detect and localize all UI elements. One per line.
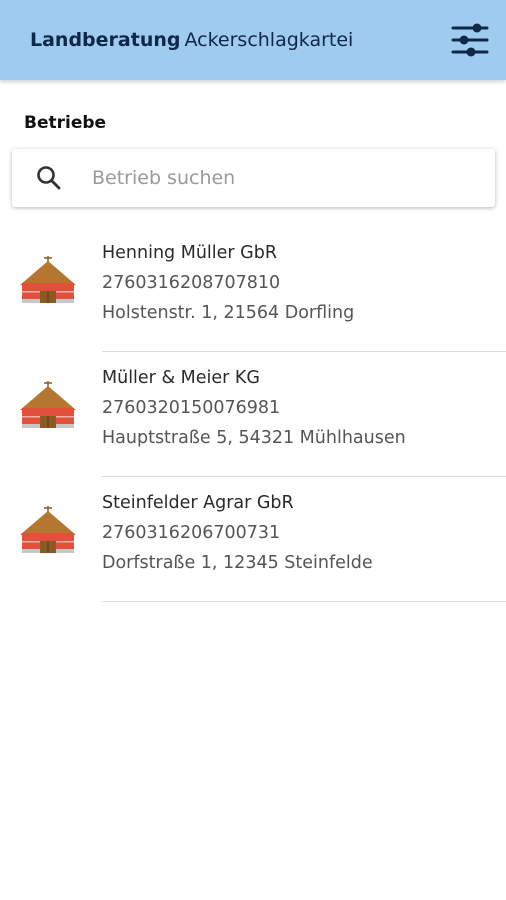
farm-name: Steinfelder Agrar GbR [102, 493, 294, 513]
search-bar[interactable] [12, 149, 495, 207]
filter-settings-button[interactable] [448, 18, 492, 62]
farm-list: Henning Müller GbR 2760316208707810 Hols… [0, 227, 506, 602]
farm-address: Holstenstr. 1, 21564 Dorfling [102, 303, 355, 323]
farm-address: Dorfstraße 1, 12345 Steinfelde [102, 553, 373, 573]
section-title: Betriebe [24, 113, 107, 133]
farm-address: Hauptstraße 5, 54321 Mühlhausen [102, 428, 406, 448]
app-title: Landberatung Ackerschlagkartei [30, 29, 353, 51]
search-input[interactable] [90, 166, 454, 190]
barn-icon [20, 506, 76, 553]
farm-id: 2760320150076981 [102, 398, 281, 418]
tune-sliders-icon [451, 23, 489, 57]
farm-id: 2760316208707810 [102, 273, 281, 293]
divider [102, 601, 506, 602]
app-bar: Landberatung Ackerschlagkartei [0, 0, 506, 80]
search-icon [37, 166, 61, 190]
farm-details: Müller & Meier KG 2760320150076981 Haupt… [102, 352, 506, 453]
farm-name: Henning Müller GbR [102, 243, 277, 263]
barn-icon [20, 381, 76, 428]
farm-details: Steinfelder Agrar GbR 2760316206700731 D… [102, 477, 506, 578]
farm-list-item[interactable]: Müller & Meier KG 2760320150076981 Haupt… [0, 352, 506, 477]
farm-details: Henning Müller GbR 2760316208707810 Hols… [102, 227, 506, 328]
app-title-bold: Landberatung [30, 29, 181, 51]
farm-name: Müller & Meier KG [102, 368, 260, 388]
barn-icon [20, 256, 76, 303]
farm-list-item[interactable]: Henning Müller GbR 2760316208707810 Hols… [0, 227, 506, 352]
app-title-regular: Ackerschlagkartei [184, 29, 354, 51]
farm-id: 2760316206700731 [102, 523, 281, 543]
farm-list-item[interactable]: Steinfelder Agrar GbR 2760316206700731 D… [0, 477, 506, 602]
